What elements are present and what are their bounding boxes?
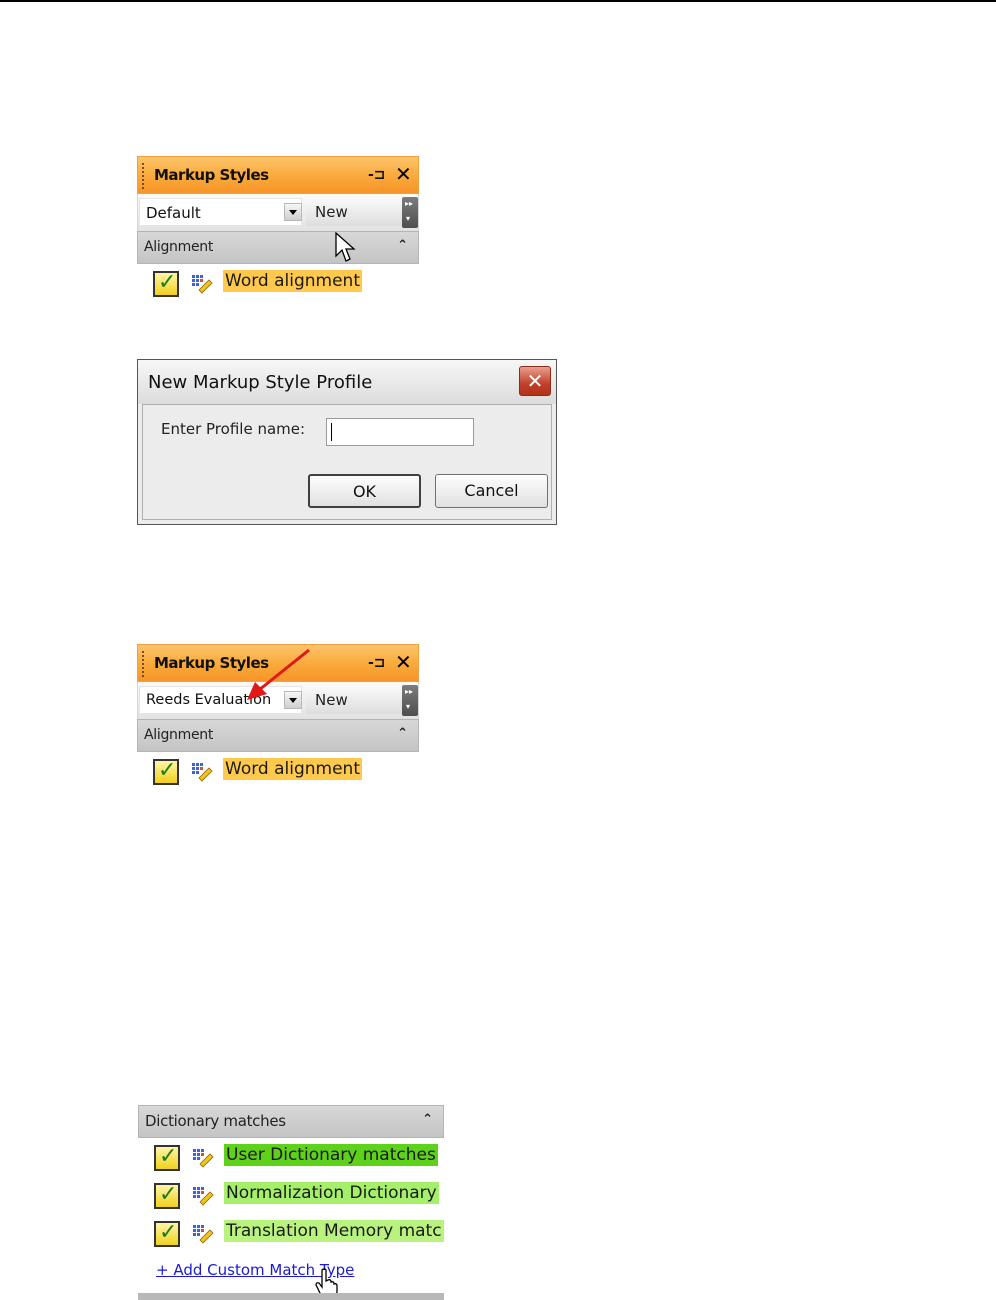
- markup-styles-panel: Markup Styles -⊐ ✕ Default New ▸▸ ▾ Alig…: [137, 156, 419, 302]
- edit-style-icon[interactable]: [192, 1222, 214, 1244]
- cancel-button[interactable]: Cancel: [435, 474, 548, 508]
- profile-name-input[interactable]: [326, 418, 474, 446]
- toolbar-overflow-button[interactable]: ▸▸ ▾: [402, 197, 418, 228]
- profile-dropdown-value: Default: [146, 204, 201, 222]
- close-icon[interactable]: ✕: [395, 163, 412, 185]
- edit-style-icon[interactable]: [192, 1184, 214, 1206]
- new-button-label: New: [315, 203, 348, 221]
- double-chevron-up-icon[interactable]: ⌃: [397, 726, 408, 741]
- alignment-group-header[interactable]: Alignment ⌃: [137, 231, 419, 264]
- overflow-chevrons-icon: ▸▸: [405, 199, 414, 208]
- style-item: Translation Memory matc: [138, 1214, 444, 1252]
- panel-title: Markup Styles: [154, 166, 269, 184]
- style-item-label[interactable]: Word alignment: [223, 270, 362, 292]
- close-icon[interactable]: ✕: [519, 366, 551, 396]
- panel-bottom-scrollbar[interactable]: [138, 1293, 444, 1300]
- panel-titlebar[interactable]: Markup Styles -⊐ ✕: [137, 156, 419, 194]
- style-item: Normalization Dictionary: [138, 1176, 444, 1214]
- overflow-chevrons-icon: ▸▸: [405, 687, 414, 696]
- checkbox-icon[interactable]: [154, 1220, 180, 1247]
- edit-style-icon[interactable]: [192, 1146, 214, 1168]
- style-item-label[interactable]: Word alignment: [223, 758, 362, 780]
- checkbox-icon[interactable]: [154, 1144, 180, 1171]
- checkbox-icon[interactable]: [154, 1182, 180, 1209]
- style-item: User Dictionary matches: [138, 1138, 444, 1176]
- overflow-dropdown-icon: ▾: [406, 702, 411, 711]
- checkbox-icon[interactable]: [153, 758, 179, 785]
- alignment-group-header[interactable]: Alignment ⌃: [137, 719, 419, 752]
- style-item-label[interactable]: Normalization Dictionary: [224, 1182, 439, 1204]
- markup-styles-panel-updated: Markup Styles -⊐ ✕ Reeds Evaluation New …: [137, 644, 419, 790]
- text-caret: [331, 423, 332, 441]
- close-icon[interactable]: ✕: [395, 651, 412, 673]
- page-top-rule: [0, 0, 996, 2]
- profile-name-label: Enter Profile name:: [161, 420, 306, 438]
- group-title: Alignment: [144, 727, 214, 743]
- group-title: Alignment: [144, 239, 214, 255]
- panel-toolbar: Default New ▸▸ ▾: [137, 194, 419, 231]
- new-button-label: New: [315, 691, 348, 709]
- dialog-title: New Markup Style Profile: [148, 372, 373, 393]
- style-item: Word alignment: [137, 264, 419, 302]
- ok-button[interactable]: OK: [308, 474, 421, 508]
- group-title: Dictionary matches: [145, 1112, 286, 1130]
- chevron-down-icon[interactable]: [284, 203, 302, 221]
- toolbar-overflow-button[interactable]: ▸▸ ▾: [402, 685, 418, 716]
- new-profile-dialog: New Markup Style Profile ✕ Enter Profile…: [137, 359, 557, 525]
- arrow-cursor-icon: [335, 232, 356, 262]
- overflow-dropdown-icon: ▾: [406, 214, 411, 223]
- edit-style-icon[interactable]: [191, 272, 213, 294]
- red-arrow-icon: [247, 648, 310, 700]
- dictionary-matches-panel: Dictionary matches ⌃ User Dictionary mat…: [138, 1105, 444, 1252]
- dialog-body: Enter Profile name: OK Cancel: [142, 404, 552, 520]
- edit-style-icon[interactable]: [191, 760, 213, 782]
- checkbox-icon[interactable]: [153, 270, 179, 297]
- drag-grip-icon[interactable]: [142, 163, 144, 189]
- new-profile-button[interactable]: New: [306, 686, 402, 714]
- style-item: Word alignment: [137, 752, 419, 790]
- dialog-titlebar[interactable]: New Markup Style Profile ✕: [138, 360, 556, 404]
- style-item-label[interactable]: Translation Memory matc: [224, 1220, 444, 1242]
- profile-dropdown[interactable]: Default: [139, 198, 302, 226]
- drag-grip-icon[interactable]: [142, 651, 144, 677]
- style-item-label[interactable]: User Dictionary matches: [224, 1144, 438, 1166]
- pin-icon[interactable]: -⊐: [368, 167, 386, 183]
- pin-icon[interactable]: -⊐: [368, 655, 386, 671]
- new-profile-button[interactable]: New: [306, 198, 402, 226]
- double-chevron-up-icon[interactable]: ⌃: [422, 1112, 433, 1127]
- dictionary-group-header[interactable]: Dictionary matches ⌃: [138, 1105, 444, 1138]
- double-chevron-up-icon[interactable]: ⌃: [397, 238, 408, 253]
